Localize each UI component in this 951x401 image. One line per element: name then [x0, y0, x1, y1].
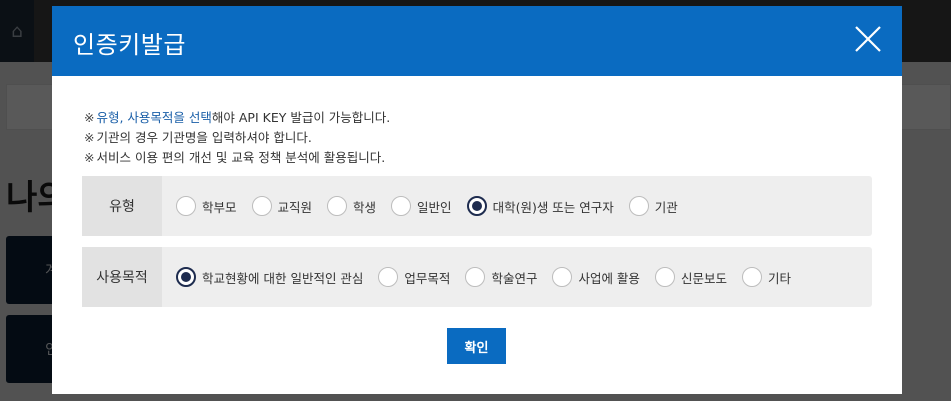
close-button[interactable] — [854, 25, 882, 53]
modal-title: 인증키발급 — [73, 31, 186, 59]
radio-unchecked[interactable] — [628, 196, 649, 216]
type-option-label: 일반인 — [417, 199, 452, 215]
notice-line: ※ 유형, 사용목적을 선택해야 API KEY 발급이 가능합니다. — [84, 108, 390, 128]
notice-list: ※ 유형, 사용목적을 선택해야 API KEY 발급이 가능합니다. ※ 기관의 … — [84, 108, 390, 168]
radio-unchecked[interactable] — [378, 267, 399, 287]
purpose-option[interactable]: 업무목적 — [378, 267, 450, 287]
purpose-option-label: 기타 — [767, 270, 791, 286]
confirm-button[interactable]: 확인 — [447, 328, 506, 364]
type-options: 학부모 교직원 학생 일반인 대학(원)생 또는 연구자 기관 — [176, 176, 693, 236]
close-icon — [855, 26, 881, 52]
notice-mark: ※ — [84, 110, 95, 125]
type-option-label: 교직원 — [277, 199, 313, 215]
type-option[interactable]: 대학(원)생 또는 연구자 — [466, 196, 614, 216]
notice-text: 서비스 이용 편의 개선 및 교육 정책 분석에 활용됩니다. — [96, 150, 386, 165]
radio-unchecked[interactable] — [176, 196, 196, 216]
type-option-label: 기관 — [654, 199, 678, 215]
purpose-option[interactable]: 사업에 활용 — [552, 267, 640, 287]
notice-mark: ※ — [84, 130, 95, 145]
purpose-option-label: 학교현황에 대한 일반적인 관심 — [202, 270, 364, 286]
type-option[interactable]: 기관 — [628, 196, 678, 216]
radio-unchecked[interactable] — [552, 267, 573, 287]
api-key-modal: 인증키발급 ※ 유형, 사용목적을 선택해야 API KEY 발급이 가능합니다.… — [52, 6, 902, 394]
purpose-option-label: 업무목적 — [404, 270, 451, 286]
purpose-row: 사용목적 학교현황에 대한 일반적인 관심 업무목적 학술연구 사업에 활용 신문보도 기… — [82, 247, 872, 307]
type-option-label: 학부모 — [202, 199, 237, 215]
radio-unchecked[interactable] — [465, 267, 486, 287]
type-row: 유형 학부모 교직원 학생 일반인 대학(원)생 또는 연구자 기관 — [82, 176, 872, 236]
type-option[interactable]: 학생 — [327, 196, 376, 216]
purpose-label: 사용목적 — [82, 247, 162, 307]
radio-unchecked[interactable] — [327, 196, 348, 216]
purpose-option[interactable]: 기타 — [741, 267, 791, 287]
purpose-option-label: 신문보도 — [680, 270, 727, 286]
radio-checked[interactable] — [176, 267, 196, 287]
purpose-option[interactable]: 학술연구 — [465, 267, 537, 287]
purpose-option[interactable]: 신문보도 — [654, 267, 727, 287]
notice-line: ※ 서비스 이용 편의 개선 및 교육 정책 분석에 활용됩니다. — [84, 148, 390, 168]
notice-line: ※ 기관의 경우 기관명을 입력하셔야 합니다. — [84, 128, 390, 148]
notice-highlight: 유형, 사용목적을 선택 — [96, 110, 212, 125]
type-label: 유형 — [82, 176, 162, 236]
purpose-options: 학교현황에 대한 일반적인 관심 업무목적 학술연구 사업에 활용 신문보도 기타 — [176, 247, 806, 307]
modal-header: 인증키발급 — [52, 6, 902, 76]
type-option[interactable]: 교직원 — [251, 196, 313, 216]
radio-unchecked[interactable] — [391, 196, 412, 216]
radio-unchecked[interactable] — [654, 267, 675, 287]
notice-mark: ※ — [84, 150, 95, 165]
purpose-option[interactable]: 학교현황에 대한 일반적인 관심 — [176, 267, 363, 287]
type-option-label: 대학(원)생 또는 연구자 — [492, 199, 614, 215]
radio-unchecked[interactable] — [251, 196, 272, 216]
purpose-option-label: 사업에 활용 — [578, 270, 640, 286]
notice-text: 기관의 경우 기관명을 입력하셔야 합니다. — [96, 130, 312, 145]
notice-text: 해야 API KEY 발급이 가능합니다. — [211, 110, 391, 125]
type-option[interactable]: 일반인 — [391, 196, 452, 216]
type-option[interactable]: 학부모 — [176, 196, 237, 216]
radio-checked[interactable] — [466, 196, 487, 216]
type-option-label: 학생 — [353, 199, 377, 215]
radio-unchecked[interactable] — [741, 267, 762, 287]
purpose-option-label: 학술연구 — [491, 270, 538, 286]
